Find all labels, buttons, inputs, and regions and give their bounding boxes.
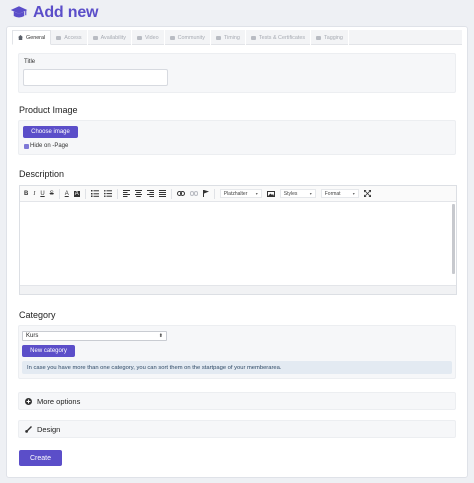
description-heading: Description [19, 169, 65, 179]
share-icon [56, 35, 62, 40]
design-toggle[interactable]: Design [18, 420, 456, 438]
paintbrush-icon [25, 425, 32, 433]
video-icon [136, 35, 142, 40]
strikethrough-button[interactable]: S [50, 191, 54, 197]
image-icon[interactable] [266, 190, 275, 197]
plus-circle-icon [25, 397, 32, 405]
numbered-list-icon[interactable] [90, 190, 99, 197]
toolbar-divider [213, 188, 215, 199]
editor-scrollbar[interactable] [452, 204, 455, 274]
page-title: Add new [33, 4, 99, 21]
clock-icon [215, 35, 221, 40]
create-button[interactable]: Create [19, 450, 62, 466]
tab-community[interactable]: Community [165, 30, 211, 45]
title-label: Title [24, 59, 36, 65]
choose-image-button[interactable]: Choose image [23, 126, 78, 138]
calendar-check-icon [92, 35, 98, 40]
hide-on-page-label: Hide on -Page [30, 143, 69, 149]
format-select[interactable]: Format ▾ [320, 189, 359, 198]
toolbar-divider [58, 188, 60, 199]
tab-general[interactable]: General [12, 30, 52, 45]
unlink-icon[interactable] [189, 191, 198, 196]
category-info-box: In case you have more than one category,… [22, 361, 452, 374]
product-image-heading: Product Image [19, 105, 78, 115]
tab-video[interactable]: Video [132, 30, 165, 45]
hide-on-page-checkbox[interactable] [24, 144, 29, 149]
align-left-icon[interactable] [122, 190, 130, 197]
editor-toolbar: B I U S A A Platzhalter ▾ Styles ▾ Format ▾ [20, 186, 456, 202]
chevron-down-icon: ▾ [255, 191, 258, 196]
tab-bar: General Access Availability Video Commun… [12, 30, 462, 45]
tab-availability[interactable]: Availability [88, 30, 132, 45]
page-header: Add new [10, 2, 98, 24]
tag-icon [316, 35, 322, 40]
chevron-down-icon: ▾ [352, 191, 355, 196]
styles-select[interactable]: Styles ▾ [279, 189, 316, 198]
tab-tagging[interactable]: Tagging [311, 30, 349, 45]
title-input[interactable] [23, 69, 168, 86]
category-select[interactable]: Kurs ⬍ [22, 331, 167, 341]
font-color-button[interactable]: A [65, 191, 69, 197]
description-editor[interactable]: B I U S A A Platzhalter ▾ Styles ▾ Format ▾ [19, 185, 457, 295]
category-heading: Category [19, 310, 56, 320]
graduation-cap-icon [10, 6, 28, 18]
flag-icon[interactable] [202, 190, 209, 197]
new-category-button[interactable]: New category [22, 345, 75, 357]
title-panel: Title [18, 53, 456, 93]
tab-tests-certificates[interactable]: Tests & Certificates [246, 30, 312, 45]
select-arrows-icon: ⬍ [158, 333, 163, 339]
product-image-panel: Choose image Hide on -Page [18, 120, 456, 155]
bullet-list-icon[interactable] [103, 190, 112, 197]
bold-button[interactable]: B [24, 191, 28, 197]
home-icon [18, 35, 23, 40]
link-icon[interactable] [176, 191, 185, 196]
maximize-icon[interactable] [363, 190, 371, 197]
tab-timing[interactable]: Timing [211, 30, 246, 45]
placeholder-select[interactable]: Platzhalter ▾ [219, 189, 262, 198]
toolbar-divider [116, 188, 118, 199]
chevron-down-icon: ▾ [309, 191, 312, 196]
editor-statusbar [20, 285, 456, 294]
align-right-icon[interactable] [146, 190, 154, 197]
tab-access[interactable]: Access [51, 30, 88, 45]
align-center-icon[interactable] [134, 190, 142, 197]
underline-button[interactable]: U [40, 191, 44, 197]
italic-button[interactable]: I [33, 191, 35, 197]
toolbar-divider [84, 188, 86, 199]
users-icon [169, 35, 175, 40]
toolbar-divider [170, 188, 172, 199]
background-color-button[interactable]: A [73, 190, 80, 197]
trophy-icon [250, 35, 256, 40]
align-justify-icon[interactable] [158, 190, 166, 197]
more-options-toggle[interactable]: More options [18, 392, 456, 410]
